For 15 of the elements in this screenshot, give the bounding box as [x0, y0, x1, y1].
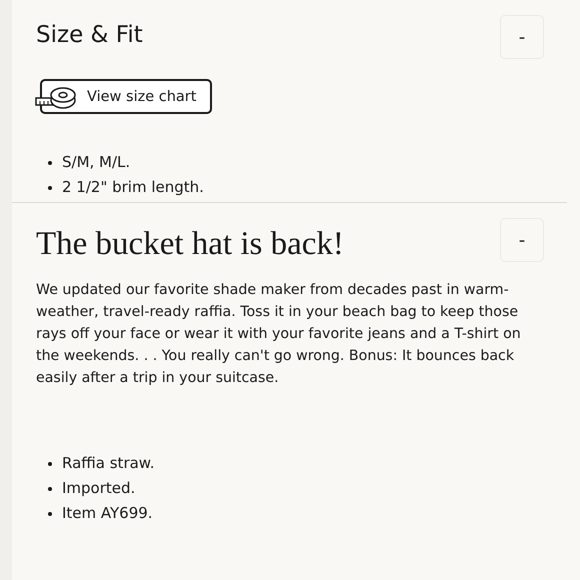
description-text: We updated our favorite shade maker from decades past in warm-weather, travel-ready raffia. Toss it in your beach bag to keep those rays off your face or wear it with your favorite jeans and a T-shirt on the weekends. . . You really can't go wrong. Bonus: It bounces back easily after a trip in your suitcase. [36, 281, 522, 388]
bullet-icon [48, 512, 52, 516]
collapse-button[interactable]: - [500, 15, 544, 59]
bullet-icon [48, 160, 52, 164]
collapse-button[interactable]: - [500, 218, 544, 262]
bullet-text: Raffia straw. [62, 453, 154, 474]
section-title: The bucket hat is back! [36, 226, 344, 263]
section-title: Size & Fit [36, 22, 143, 48]
bullet-icon [48, 186, 52, 190]
bullet-icon [48, 486, 52, 490]
bullet-icon [48, 462, 52, 466]
bullet-text: Item AY699. [62, 503, 153, 524]
bullet-text: Imported. [62, 478, 136, 499]
bullet-text: 2 1/2" brim length. [62, 177, 204, 198]
bullet-text: S/M, M/L. [62, 152, 130, 173]
